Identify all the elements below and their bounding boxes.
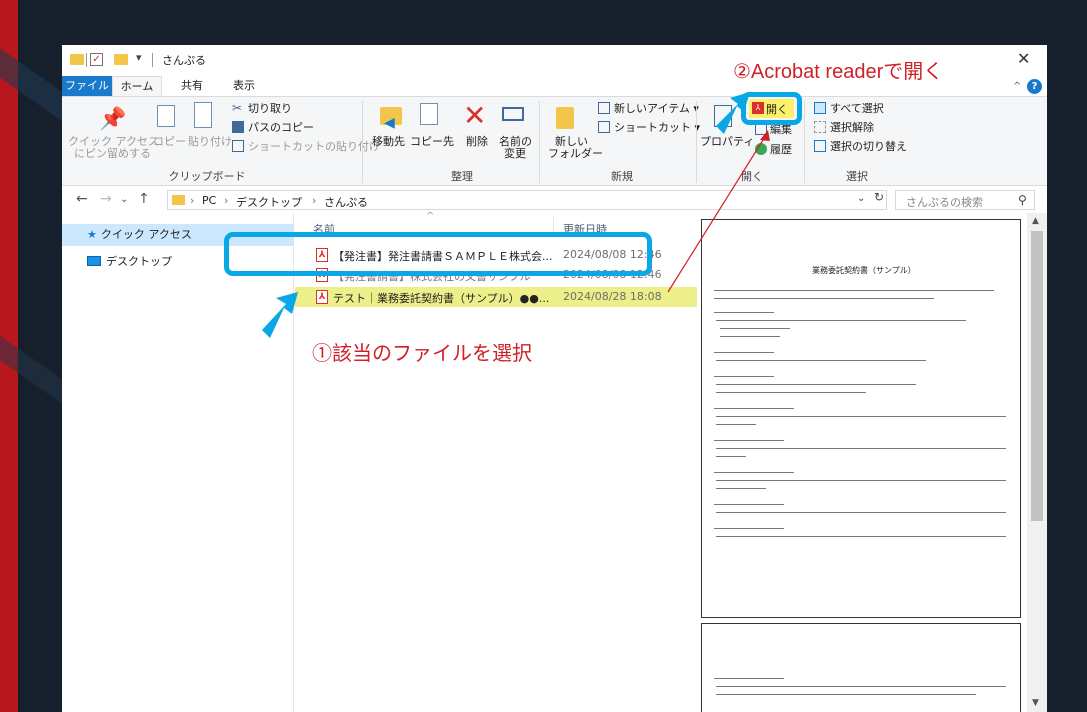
pointer-arrow-icon [716, 92, 750, 134]
pointer-arrow-icon [262, 292, 298, 338]
annotation-step2: ②Acrobat readerで開く [733, 61, 944, 83]
connector-arrowhead-icon [760, 130, 770, 141]
connector-line [667, 131, 769, 293]
annotation-step1: ①該当のファイルを選択 [312, 343, 532, 365]
annotation-arrows [262, 92, 770, 338]
